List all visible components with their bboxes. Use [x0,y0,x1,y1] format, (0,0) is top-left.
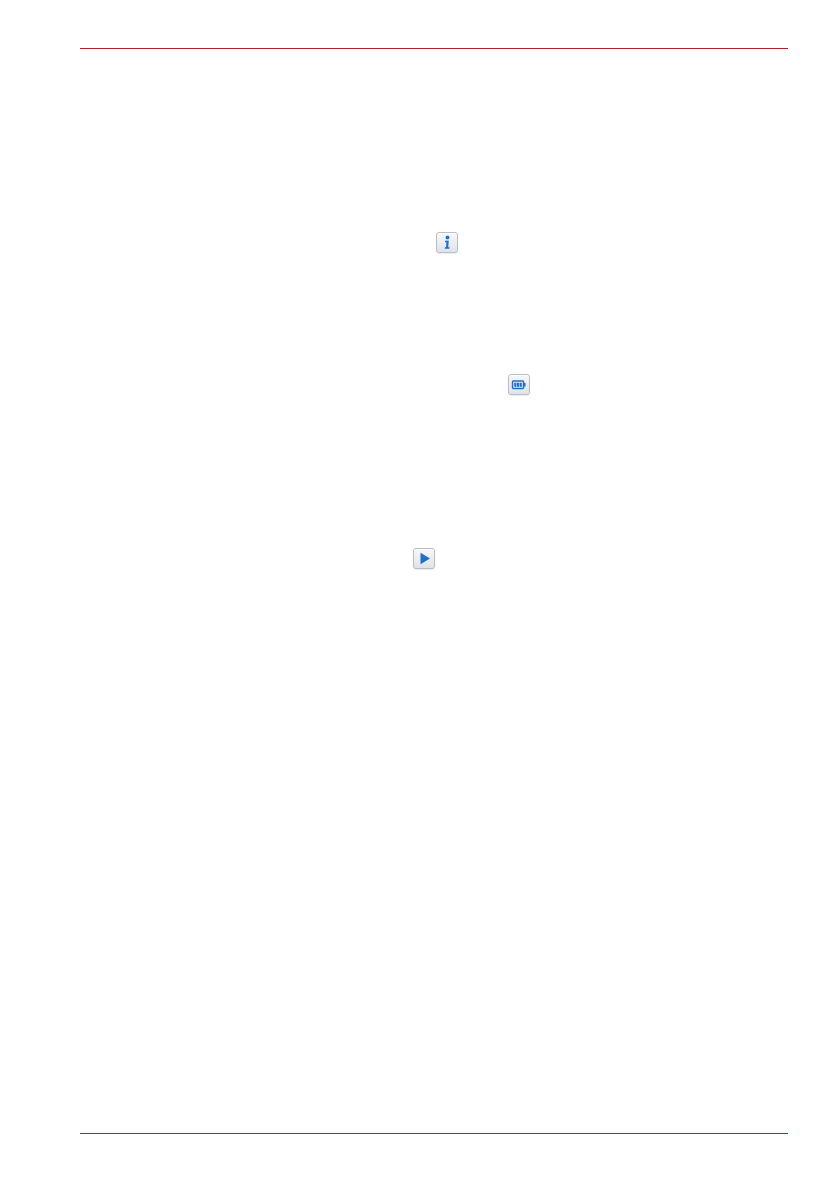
play-button[interactable] [413,548,435,569]
info-button[interactable] [436,232,458,253]
footer-rule [80,1133,788,1134]
header-rule [80,48,788,49]
battery-icon [511,380,526,390]
info-icon [444,235,450,249]
play-icon [420,552,430,565]
battery-button[interactable] [508,374,530,395]
